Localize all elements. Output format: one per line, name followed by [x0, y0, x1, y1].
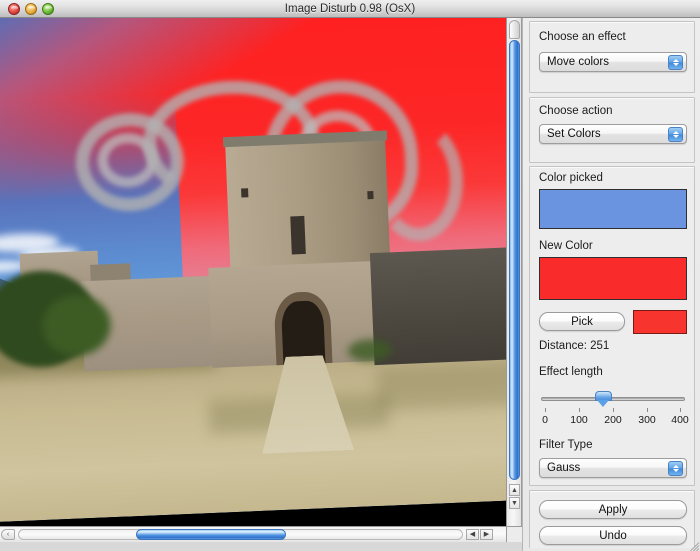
grass-patch-right [376, 362, 506, 411]
slider-label-0: 0 [542, 414, 548, 426]
effect-group: Choose an effect Move colors [529, 21, 695, 93]
gateway-opening [280, 300, 326, 365]
effect-group-label: Choose an effect [539, 31, 626, 43]
chevron-updown-icon[interactable] [668, 127, 683, 142]
color-preview-swatch[interactable] [633, 310, 687, 334]
action-group-label: Choose action [539, 105, 613, 117]
resize-grip[interactable] [686, 537, 700, 551]
slider-label-300: 300 [638, 414, 656, 426]
vertical-scrollbar-thumb[interactable] [509, 40, 520, 480]
slider-tick-0 [545, 408, 546, 412]
scroll-down-arrow-icon[interactable]: ▼ [509, 497, 520, 509]
apply-button[interactable]: Apply [539, 500, 687, 519]
actions-group: Apply Undo [529, 490, 695, 548]
title-bar[interactable]: Image Disturb 0.98 (OsX) [0, 0, 700, 18]
effect-select-value: Move colors [547, 56, 609, 68]
slider-label-200: 200 [604, 414, 622, 426]
new-color-label: New Color [539, 240, 593, 252]
tower-hole-1 [241, 188, 249, 198]
chevron-updown-icon[interactable] [668, 461, 683, 476]
slider-label-100: 100 [570, 414, 588, 426]
scroll-right-arrow-icon[interactable]: ▶ [480, 529, 493, 540]
tower-window-slit [290, 215, 306, 255]
photo-rotation-wrapper [0, 18, 506, 523]
filter-type-label: Filter Type [539, 439, 593, 451]
horizontal-scrollbar-thumb[interactable] [136, 529, 286, 540]
scroll-up-arrow-icon[interactable]: ▲ [509, 484, 520, 496]
distance-readout: Distance: 251 [539, 340, 610, 352]
effect-length-slider[interactable]: 0 100 200 300 400 [539, 389, 689, 435]
slider-label-400: 400 [671, 414, 689, 426]
action-select[interactable]: Set Colors [539, 124, 687, 144]
action-select-value: Set Colors [547, 128, 601, 140]
scrollbar-corner [506, 526, 522, 542]
slider-tick-200 [613, 408, 614, 412]
filter-type-value: Gauss [547, 462, 581, 474]
slider-thumb[interactable] [595, 391, 612, 407]
slider-tick-300 [647, 408, 648, 412]
scroll-left-arrow-icon[interactable]: ◀ [466, 529, 479, 540]
vertical-scrollbar-track-cap[interactable] [509, 20, 520, 39]
slider-tick-100 [579, 408, 580, 412]
undo-button[interactable]: Undo [539, 526, 687, 545]
vertical-scrollbar[interactable]: ▲ ▼ [506, 18, 522, 526]
photo-content [0, 18, 506, 523]
horizontal-scrollbar-left-cap[interactable]: ‹ [1, 529, 15, 540]
slider-track[interactable] [541, 397, 685, 401]
effect-select[interactable]: Move colors [539, 52, 687, 72]
filter-type-select[interactable]: Gauss [539, 458, 687, 478]
tower-hole-2 [367, 190, 374, 200]
pick-button[interactable]: Pick [539, 312, 625, 331]
color-and-effect-group: Color picked New Color Pick Distance: 25… [529, 166, 695, 486]
image-canvas[interactable] [0, 18, 506, 526]
color-picked-label: Color picked [539, 172, 603, 184]
slider-tick-400 [680, 408, 681, 412]
new-color-swatch[interactable] [539, 257, 687, 300]
chevron-updown-icon[interactable] [668, 55, 683, 70]
action-group: Choose action Set Colors [529, 97, 695, 163]
color-picked-swatch[interactable] [539, 189, 687, 229]
effect-length-label: Effect length [539, 366, 603, 378]
app-window: Image Disturb 0.98 (OsX) ▲ ▼ ‹ ◀ ▶ Choos… [0, 0, 700, 551]
horizontal-scrollbar[interactable]: ‹ ◀ ▶ [0, 526, 506, 542]
controls-panel: Choose an effect Move colors Choose acti… [522, 18, 700, 551]
window-title: Image Disturb 0.98 (OsX) [284, 3, 416, 15]
